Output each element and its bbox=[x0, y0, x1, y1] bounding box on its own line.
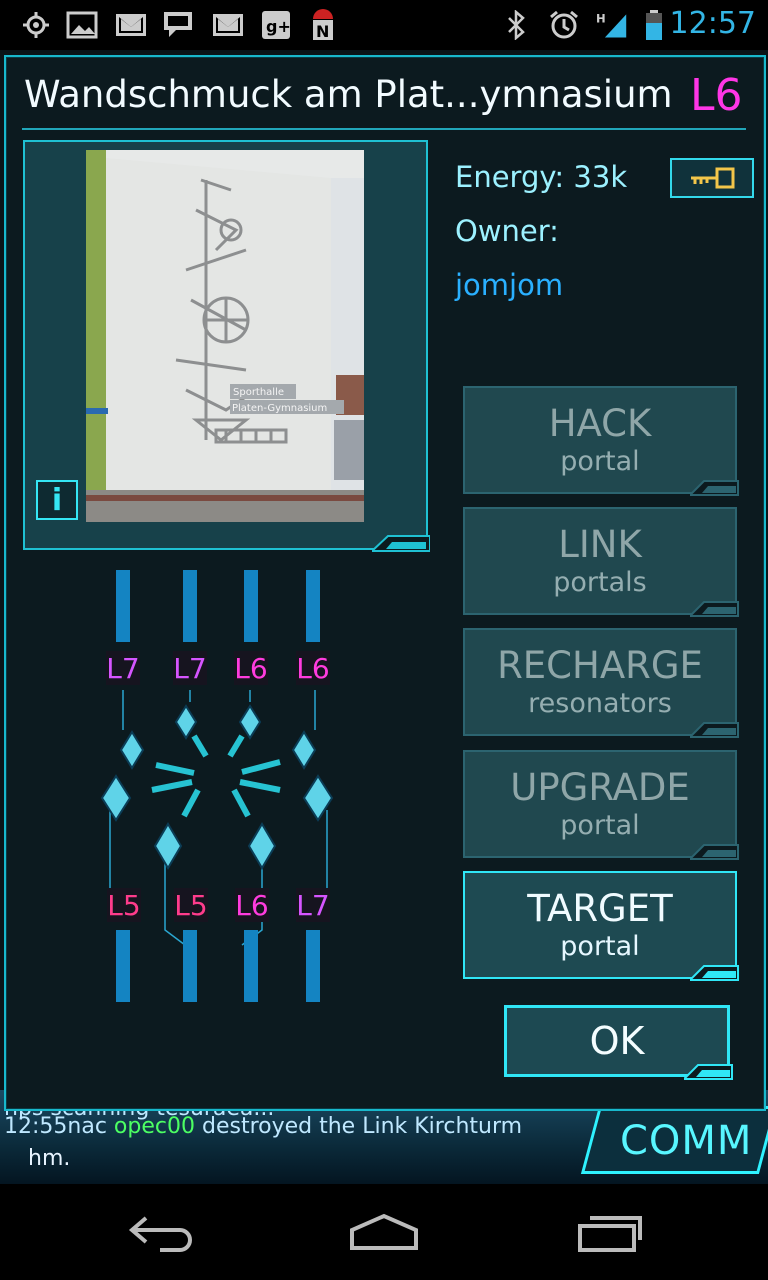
link-button-subtitle: portals bbox=[553, 567, 647, 598]
info-button[interactable]: i bbox=[36, 480, 78, 520]
resonator-bar-bottom-1 bbox=[116, 930, 130, 1002]
corner-decoration bbox=[690, 844, 739, 860]
frame-corner-decoration bbox=[372, 535, 430, 552]
resonator-level-top-1[interactable]: L7 bbox=[106, 651, 140, 685]
upgrade-button-title: UPGRADE bbox=[510, 766, 690, 809]
hack-button[interactable]: HACK portal bbox=[463, 386, 737, 494]
link-button-title: LINK bbox=[558, 523, 642, 566]
home-icon[interactable] bbox=[344, 1202, 424, 1262]
target-button-title: TARGET bbox=[527, 887, 673, 930]
comm-agent-name[interactable]: opec00 bbox=[114, 1114, 195, 1139]
comm-time: 12:55nac bbox=[4, 1114, 107, 1139]
energy-readout: Energy: 33k bbox=[455, 160, 627, 194]
comm-line-1: 12:55nac opec00 destroyed the Link Kirch… bbox=[4, 1114, 522, 1139]
energy-value: 33k bbox=[573, 160, 628, 194]
alarm-icon bbox=[548, 9, 580, 41]
corner-decoration bbox=[684, 1064, 733, 1080]
upgrade-button[interactable]: UPGRADE portal bbox=[463, 750, 737, 858]
resonator-level-bottom-2[interactable]: L5 bbox=[174, 888, 208, 922]
gps-icon bbox=[20, 9, 52, 41]
corner-decoration bbox=[690, 480, 739, 496]
resonator-level-top-4[interactable]: L6 bbox=[296, 651, 330, 685]
chat-icon bbox=[162, 9, 194, 41]
android-news-icon: N bbox=[307, 9, 339, 41]
resonator-bar-top-2 bbox=[183, 570, 197, 642]
recharge-button-subtitle: resonators bbox=[528, 688, 672, 719]
image-icon bbox=[66, 9, 98, 41]
recent-apps-icon[interactable] bbox=[570, 1202, 650, 1262]
target-button[interactable]: TARGET portal bbox=[463, 871, 737, 979]
resonator-level-top-2[interactable]: L7 bbox=[173, 651, 207, 685]
owner-label: Owner: bbox=[455, 214, 559, 248]
clock: 12:57 bbox=[669, 6, 756, 41]
portal-level: L6 bbox=[690, 70, 743, 121]
svg-text:g+: g+ bbox=[266, 17, 291, 36]
comm-line-2: hm. bbox=[28, 1146, 71, 1171]
gmail-icon bbox=[115, 9, 147, 41]
resonator-bar-top-3 bbox=[244, 570, 258, 642]
key-button[interactable] bbox=[670, 158, 754, 198]
energy-label: Energy: bbox=[455, 160, 565, 194]
upgrade-button-subtitle: portal bbox=[560, 810, 640, 841]
corner-decoration bbox=[690, 965, 739, 981]
portal-photo[interactable]: Sporthalle Platen-Gymnasium bbox=[86, 150, 364, 522]
comm-button-label: COMM bbox=[620, 1118, 753, 1164]
corner-decoration bbox=[690, 722, 739, 738]
hack-button-subtitle: portal bbox=[560, 446, 640, 477]
corner-decoration bbox=[690, 601, 739, 617]
network-type: H bbox=[596, 11, 606, 25]
navigation-bar bbox=[0, 1184, 768, 1280]
resonator-bar-bottom-4 bbox=[306, 930, 320, 1002]
svg-text:N: N bbox=[316, 22, 329, 41]
resonator-bar-top-1 bbox=[116, 570, 130, 642]
google-plus-icon: g+ bbox=[260, 9, 292, 41]
resonator-level-top-3[interactable]: L6 bbox=[234, 651, 268, 685]
title-divider bbox=[22, 128, 746, 130]
target-button-subtitle: portal bbox=[560, 931, 640, 962]
resonator-bar-bottom-3 bbox=[244, 930, 258, 1002]
photo-sign-line1: Sporthalle bbox=[233, 387, 284, 398]
hack-button-title: HACK bbox=[548, 402, 652, 445]
gmail-icon bbox=[212, 9, 244, 41]
recharge-button[interactable]: RECHARGE resonators bbox=[463, 628, 737, 736]
resonator-bar-top-4 bbox=[306, 570, 320, 642]
owner-name[interactable]: jomjom bbox=[455, 268, 563, 302]
battery-icon bbox=[638, 9, 670, 41]
signal-icon: H bbox=[596, 9, 628, 41]
comm-message: destroyed the Link Kirchturm bbox=[201, 1114, 523, 1139]
photo-sign-line2: Platen-Gymnasium bbox=[232, 403, 327, 414]
resonator-level-bottom-4[interactable]: L7 bbox=[296, 888, 330, 922]
key-icon bbox=[691, 167, 735, 189]
resonator-level-bottom-1[interactable]: L5 bbox=[107, 888, 141, 922]
status-bar: g+ N H 12:57 bbox=[0, 0, 768, 50]
link-button[interactable]: LINK portals bbox=[463, 507, 737, 615]
resonator-bar-bottom-2 bbox=[183, 930, 197, 1002]
back-icon[interactable] bbox=[120, 1202, 200, 1262]
bluetooth-icon bbox=[500, 9, 532, 41]
resonator-level-bottom-3[interactable]: L6 bbox=[235, 888, 269, 922]
recharge-button-title: RECHARGE bbox=[497, 644, 703, 687]
portal-title: Wandschmuck am Plat...ymnasium bbox=[24, 73, 673, 116]
